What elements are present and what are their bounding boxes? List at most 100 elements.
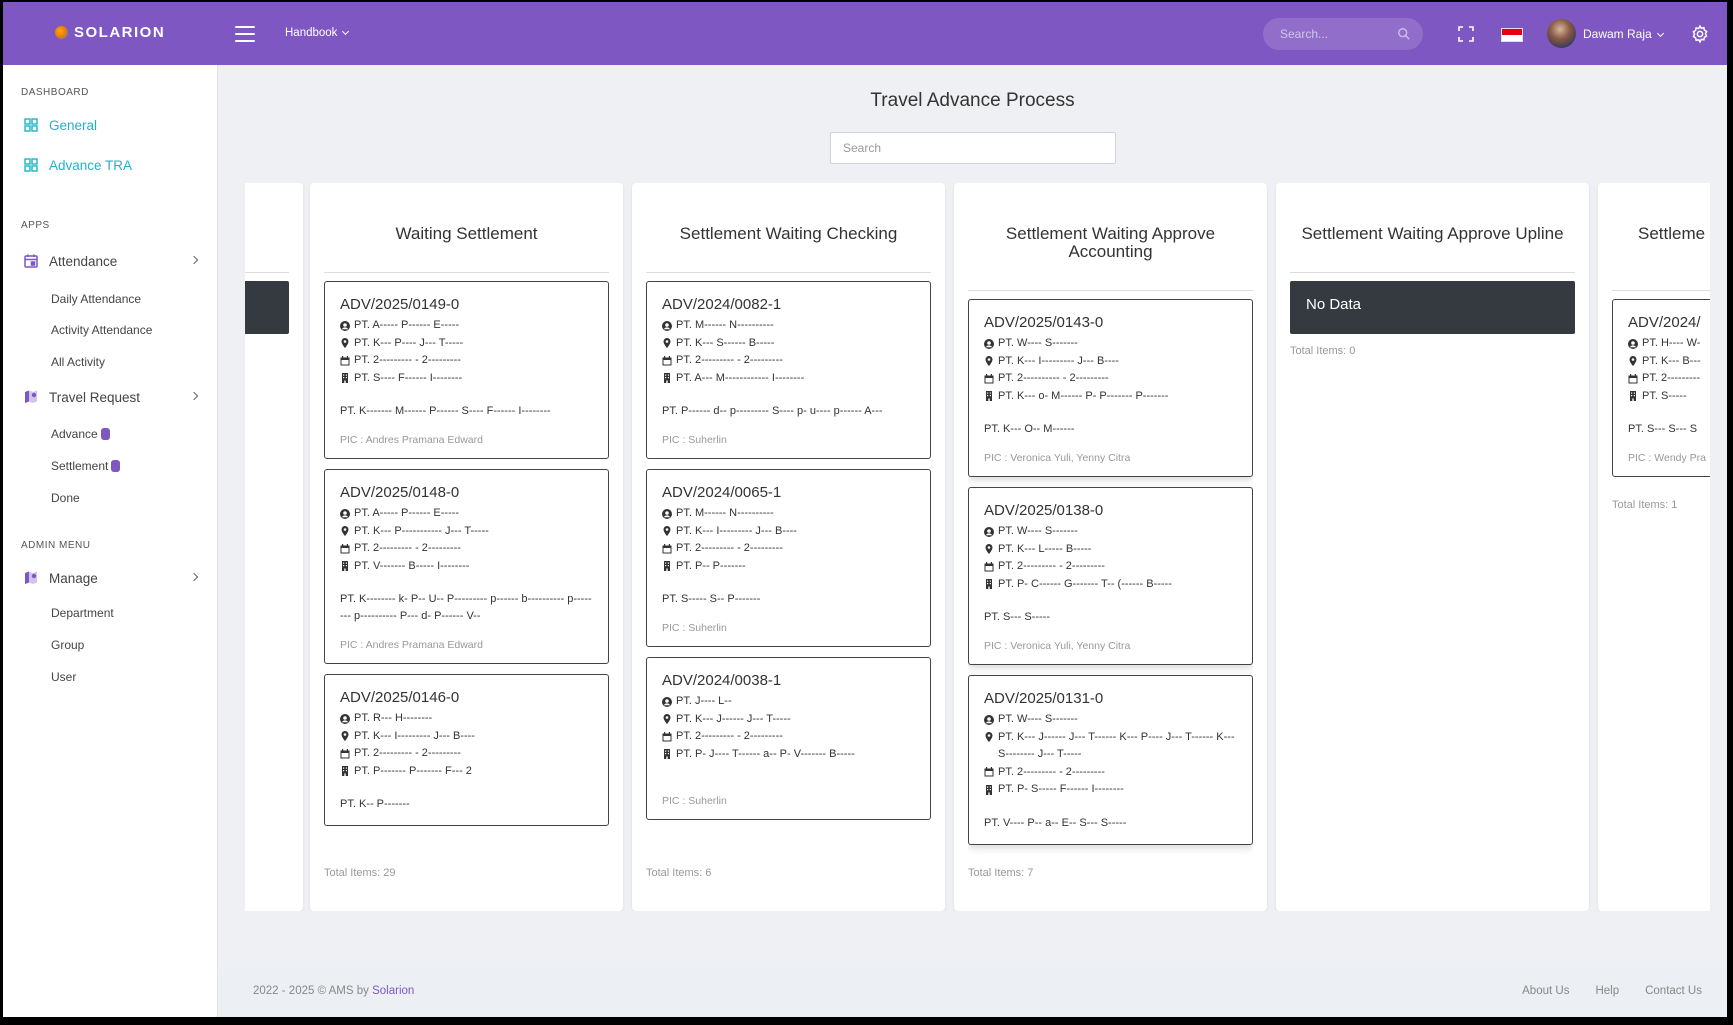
calendar-icon <box>662 355 672 366</box>
sidebar-subitem-daily-attendance[interactable]: Daily Attendance <box>51 292 141 306</box>
card-note: PT. V---- P-- a-- E-- S--- S----- <box>984 816 1127 829</box>
card-company-row: PT. K--- o- M------ P- P------- P------- <box>984 388 1238 406</box>
sidebar-subitem-done[interactable]: Done <box>51 491 80 505</box>
handbook-dropdown[interactable]: Handbook <box>285 27 350 39</box>
search-icon[interactable] <box>1397 27 1411 41</box>
brand-logo[interactable]: SOLARION <box>55 24 165 41</box>
sidebar-item-label: General <box>49 117 98 133</box>
card-user-row: PT. W---- S------- <box>984 523 1238 541</box>
handbook-label: Handbook <box>285 27 338 39</box>
card-pic: PIC : Veronica Yuli, Yenny Citra <box>984 452 1131 464</box>
calendar-icon <box>662 731 672 742</box>
card-location: PT. K--- S------ B----- <box>676 336 775 349</box>
column-cards <box>245 281 289 337</box>
contact-us-link[interactable]: Contact Us <box>1645 985 1702 997</box>
copyright-text: 2022 - 2025 © AMS by <box>253 985 369 997</box>
kanban-board[interactable]: Waiting Settlement ADV/2025/0149-0 PT. A… <box>245 183 1710 911</box>
card-location-row: PT. K--- P----------- J--- T----- <box>340 523 594 541</box>
card-company-row: PT. A--- M------------ I-------- <box>662 370 916 388</box>
building-icon <box>664 749 670 760</box>
card-location: PT. K--- J------ J--- T------ K--- P----… <box>998 730 1235 761</box>
card-user-row: PT. R--- H-------- <box>340 710 594 728</box>
about-us-link[interactable]: About Us <box>1522 985 1569 997</box>
sidebar-item-manage[interactable]: Manage <box>23 570 203 586</box>
map-icon <box>25 390 37 403</box>
chevron-right-icon <box>189 255 199 265</box>
user-avatar[interactable] <box>1547 19 1576 48</box>
sidebar-item-label: Attendance <box>49 253 118 269</box>
advance-card[interactable]: ADV/2025/0146-0 PT. R--- H-------- PT. K… <box>324 674 609 826</box>
user-circle-icon <box>662 696 672 707</box>
advance-card[interactable]: ADV/2024/ PT. H---- W- PT. K--- B--- PT.… <box>1612 299 1710 477</box>
gear-icon[interactable] <box>1690 24 1710 44</box>
advance-card[interactable]: ADV/2025/0149-0 PT. A----- P------ E----… <box>324 281 609 459</box>
calendar-icon <box>340 543 350 554</box>
main-content: Travel Advance Process Waiting Settlemen… <box>218 65 1727 1017</box>
building-icon <box>986 579 992 590</box>
sidebar-subitem-settlement[interactable]: Settlement <box>51 459 121 473</box>
board-search-input[interactable] <box>830 132 1116 164</box>
help-link[interactable]: Help <box>1595 985 1619 997</box>
kanban-column-partial <box>245 183 303 911</box>
sidebar-item-general[interactable]: General <box>23 117 97 133</box>
card-user: PT. W---- S------- <box>998 525 1078 537</box>
column-cards[interactable]: ADV/2024/0082-1 PT. M------ N---------- … <box>646 281 931 857</box>
card-company-row: PT. P- J---- T------ a-- P- V------- B--… <box>662 746 916 764</box>
card-company-row: PT. S----- <box>1628 388 1710 406</box>
column-cards[interactable]: ADV/2024/ PT. H---- W- PT. K--- B--- PT.… <box>1612 299 1710 489</box>
column-title: Settleme <box>1638 224 1706 243</box>
page-title: Travel Advance Process <box>870 90 1075 111</box>
user-name: Dawam Raja <box>1583 27 1652 41</box>
sidebar-subitem-department[interactable]: Department <box>51 606 114 620</box>
advance-card[interactable]: ADV/2025/0143-0 PT. W---- S------- PT. K… <box>968 299 1253 477</box>
sidebar-item-advance-tra[interactable]: Advance TRA <box>23 157 132 173</box>
card-location: PT. K--- L----- B----- <box>998 542 1092 555</box>
card-date: PT. 2--------- <box>1642 372 1701 384</box>
user-menu-dropdown[interactable]: Dawam Raja <box>1583 27 1664 41</box>
advance-card[interactable]: ADV/2025/0148-0 PT. A----- P------ E----… <box>324 469 609 664</box>
advance-card[interactable]: ADV/2025/0131-0 PT. W---- S------- PT. K… <box>968 675 1253 845</box>
card-date-row: PT. 2--------- - 2--------- <box>984 764 1238 782</box>
sidebar-subitem-group[interactable]: Group <box>51 638 84 652</box>
advance-card[interactable]: ADV/2024/0082-1 PT. M------ N---------- … <box>646 281 931 459</box>
sidebar-subitem-all-activity[interactable]: All Activity <box>51 355 105 369</box>
sidebar-subitem-advance[interactable]: Advance <box>51 427 110 441</box>
column-cards[interactable]: ADV/2025/0143-0 PT. W---- S------- PT. K… <box>968 299 1253 857</box>
card-user: PT. A----- P------ E----- <box>354 507 460 519</box>
card-location: PT. K--- J------ J--- T----- <box>676 712 791 725</box>
card-date: PT. 2--------- - 2--------- <box>354 542 461 554</box>
column-divider <box>1612 290 1710 291</box>
card-location: PT. K--- I--------- J--- B---- <box>354 729 475 742</box>
card-note: PT. P------ d-- p--------- S---- p- u---… <box>662 405 883 417</box>
hamburger-menu-icon[interactable] <box>235 26 255 42</box>
advance-card[interactable]: ADV/2024/0038-1 PT. J---- L-- PT. K--- J… <box>646 657 931 820</box>
map-pin-icon <box>985 731 993 742</box>
advance-card[interactable]: ADV/2025/0138-0 PT. W---- S------- PT. K… <box>968 487 1253 665</box>
user-circle-icon <box>340 320 350 331</box>
card-date: PT. 2--------- - 2--------- <box>676 354 783 366</box>
card-date-row: PT. 2---------- - 2--------- <box>984 370 1238 388</box>
card-user: PT. R--- H-------- <box>354 712 433 724</box>
sidebar-subitem-user[interactable]: User <box>51 670 76 684</box>
card-user-row: PT. J---- L-- <box>662 693 916 711</box>
column-divider <box>324 272 609 273</box>
card-user-row: PT. M------ N---------- <box>662 505 916 523</box>
card-location-row: PT. K--- I--------- J--- B---- <box>340 728 594 746</box>
chevron-down-icon <box>342 27 350 36</box>
advance-card[interactable]: ADV/2024/0065-1 PT. M------ N---------- … <box>646 469 931 647</box>
language-flag-icon[interactable] <box>1501 28 1523 42</box>
solarion-link[interactable]: Solarion <box>372 985 414 997</box>
sidebar-item-attendance[interactable]: Attendance <box>23 253 203 269</box>
sidebar-item-label: Manage <box>49 570 98 586</box>
sidebar-item-travel-request[interactable]: Travel Request <box>23 389 203 405</box>
column-cards: No Data <box>1290 281 1575 341</box>
card-id: ADV/2025/0146-0 <box>340 689 460 706</box>
building-icon <box>342 766 348 777</box>
column-cards[interactable]: ADV/2025/0149-0 PT. A----- P------ E----… <box>324 281 609 857</box>
column-divider <box>245 272 289 273</box>
partial-dark-block <box>245 281 289 334</box>
card-id: ADV/2024/ <box>1628 314 1701 331</box>
chevron-down-icon <box>1656 29 1664 38</box>
sidebar-subitem-activity-attendance[interactable]: Activity Attendance <box>51 323 152 337</box>
fullscreen-icon[interactable] <box>1458 26 1474 42</box>
